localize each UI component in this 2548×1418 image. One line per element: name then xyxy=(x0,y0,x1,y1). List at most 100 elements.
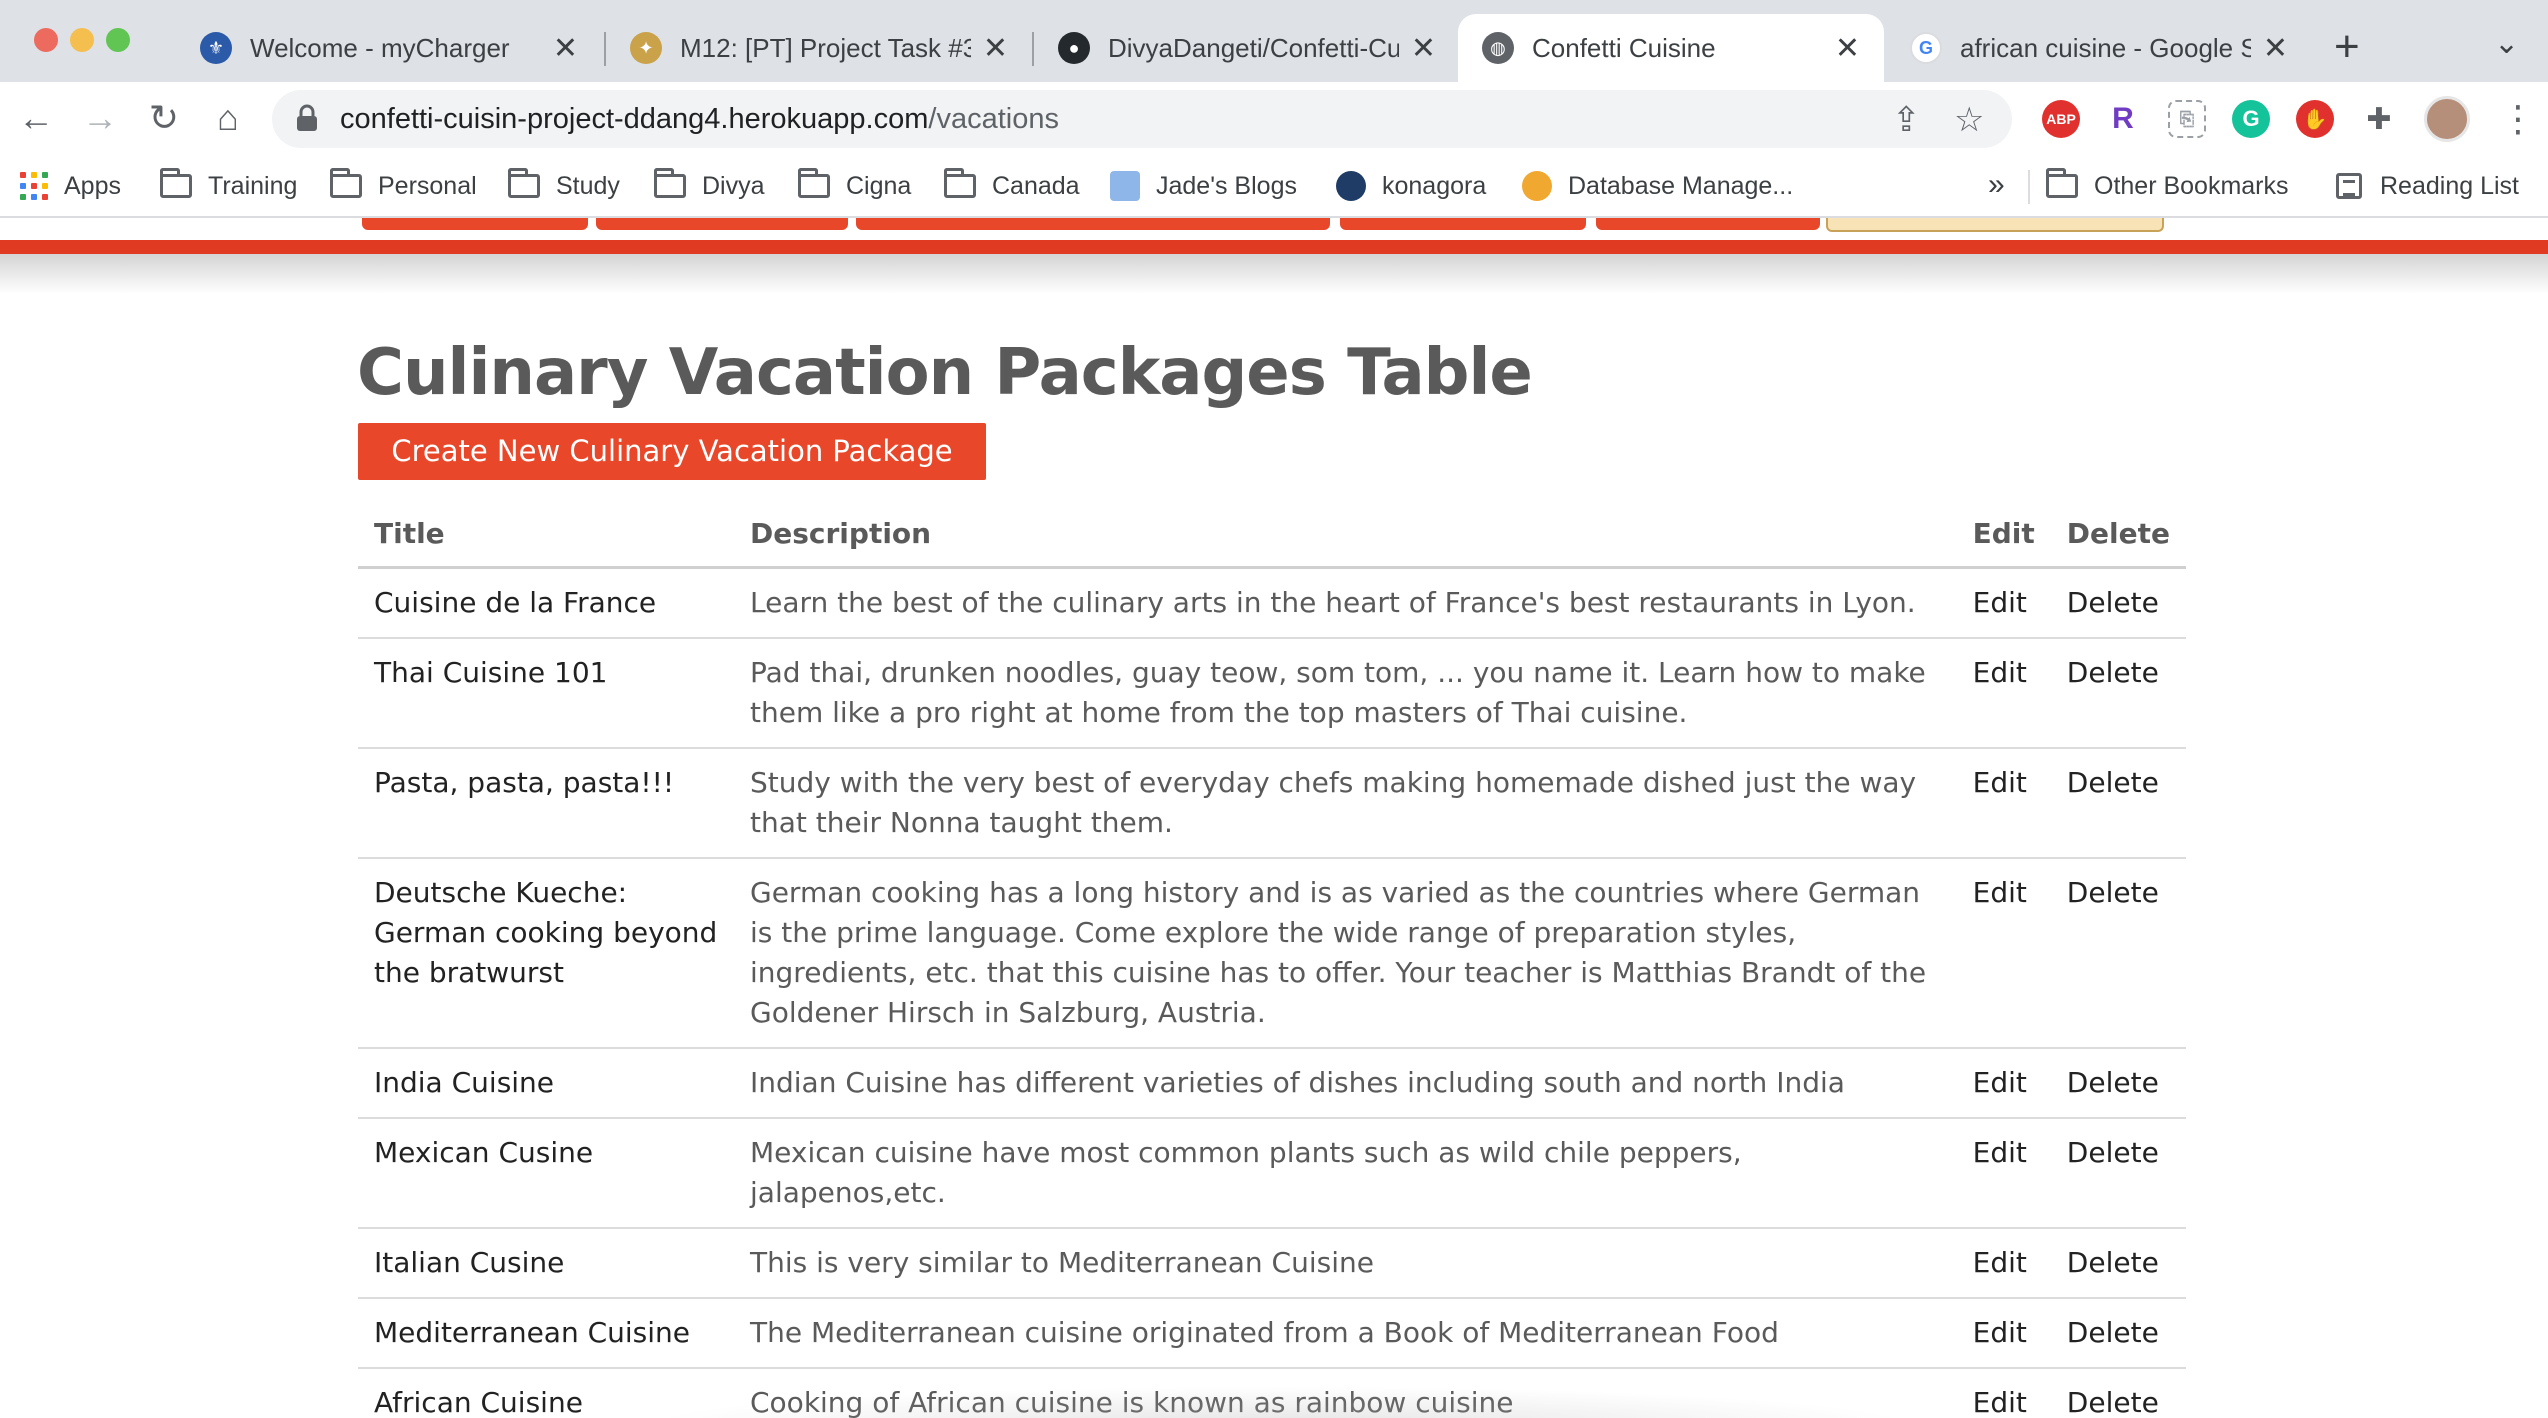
vacation-title: Pasta, pasta, pasta!!! xyxy=(358,748,734,859)
tab-google-search[interactable]: G african cuisine - Google S ✕ xyxy=(1886,14,2312,82)
bookmark-folder-training[interactable]: Training xyxy=(160,166,297,206)
bookmark-label: Personal xyxy=(378,171,477,200)
bookmarks-overflow-chevron-icon[interactable]: » xyxy=(1988,168,2005,202)
close-icon[interactable]: ✕ xyxy=(2263,31,2288,66)
delete-link[interactable]: Delete xyxy=(2050,638,2186,749)
folder-icon xyxy=(2046,168,2078,198)
tab-label: Welcome - myCharger xyxy=(250,32,510,63)
bookmark-folder-personal[interactable]: Personal xyxy=(330,166,477,206)
close-icon[interactable]: ✕ xyxy=(1411,31,1436,66)
bookmark-folder-divya[interactable]: Divya xyxy=(654,166,765,206)
bookmark-star-icon[interactable]: ☆ xyxy=(1954,100,1984,140)
edit-link[interactable]: Edit xyxy=(1956,567,2051,639)
bookmark-folder-study[interactable]: Study xyxy=(508,166,620,206)
vacation-title: Cuisine de la France xyxy=(358,567,734,639)
browser-menu-icon[interactable]: ⋮ xyxy=(2500,98,2536,140)
browser-tab-strip: ⚜ Welcome - myCharger ✕ ✦ M12: [PT] Proj… xyxy=(0,0,2548,82)
table-row: Thai Cuisine 101 Pad thai, drunken noodl… xyxy=(358,638,2186,749)
extensions-puzzle-icon[interactable]: ✚ xyxy=(2360,100,2398,138)
delete-link[interactable]: Delete xyxy=(2050,1118,2186,1229)
vacation-description: German cooking has a long history and is… xyxy=(734,858,1957,1049)
delete-link[interactable]: Delete xyxy=(2050,567,2186,639)
tab-search-chevron-icon[interactable]: ⌄ xyxy=(2494,26,2519,61)
tab-project-task[interactable]: ✦ M12: [PT] Project Task #3 ✕ xyxy=(606,14,1032,82)
share-icon[interactable]: ⇪ xyxy=(1892,100,1921,140)
tab-label: M12: [PT] Project Task #3 xyxy=(680,32,971,63)
adblock-extension-icon[interactable]: ABP xyxy=(2042,100,2080,138)
edit-link[interactable]: Edit xyxy=(1956,1298,2051,1369)
folder-icon xyxy=(654,168,686,198)
table-row: Deutsche Kueche: German cooking beyond t… xyxy=(358,858,2186,1049)
new-tab-button[interactable]: + xyxy=(2334,22,2360,72)
table-row: Mediterranean Cuisine The Mediterranean … xyxy=(358,1298,2186,1369)
delete-link[interactable]: Delete xyxy=(2050,1228,2186,1299)
profile-avatar[interactable] xyxy=(2424,96,2470,142)
delete-link[interactable]: Delete xyxy=(2050,1298,2186,1369)
vacation-description: Study with the very best of everyday che… xyxy=(734,748,1957,859)
bookmark-jades-blogs[interactable]: Jade's Blogs xyxy=(1110,166,1297,206)
window-minimize-button[interactable] xyxy=(70,28,94,52)
back-button[interactable]: ← xyxy=(12,94,60,142)
column-header-delete: Delete xyxy=(2050,490,2186,569)
bookmark-other-bookmarks[interactable]: Other Bookmarks xyxy=(2046,166,2289,206)
reading-list-label: Reading List xyxy=(2380,171,2519,200)
folder-icon xyxy=(798,168,830,198)
forward-button[interactable]: → xyxy=(76,94,124,142)
block-extension-icon[interactable]: ✋ xyxy=(2296,100,2334,138)
bookmark-database-manager[interactable]: Database Manage... xyxy=(1522,166,1793,206)
tab-label: Confetti Cuisine xyxy=(1532,32,1716,63)
vacation-title: Italian Cusine xyxy=(358,1228,734,1299)
clipper-extension-icon[interactable]: ⎘ xyxy=(2168,100,2206,138)
vacation-title: Mediterranean Cuisine xyxy=(358,1298,734,1369)
close-icon[interactable]: ✕ xyxy=(553,31,578,66)
bookmark-folder-canada[interactable]: Canada xyxy=(944,166,1080,206)
edit-link[interactable]: Edit xyxy=(1956,748,2051,859)
edit-link[interactable]: Edit xyxy=(1956,638,2051,749)
home-button[interactable]: ⌂ xyxy=(204,94,252,142)
reading-list-button[interactable]: Reading List xyxy=(2336,166,2519,206)
table-row: Cuisine de la France Learn the best of t… xyxy=(358,567,2186,639)
r-extension-icon[interactable]: R xyxy=(2104,100,2142,138)
delete-link[interactable]: Delete xyxy=(2050,1048,2186,1119)
site-nav-item[interactable] xyxy=(856,218,1330,230)
delete-link[interactable]: Delete xyxy=(2050,858,2186,1049)
close-icon[interactable]: ✕ xyxy=(983,31,1008,66)
browser-toolbar: ← → ↻ ⌂ confetti-cuisin-project-ddang4.h… xyxy=(0,82,2548,156)
globe-icon: ◍ xyxy=(1482,32,1514,64)
edit-link[interactable]: Edit xyxy=(1956,1228,2051,1299)
bookmarks-bar: Apps Training Personal Study Divya Cigna… xyxy=(0,156,2548,218)
bookmark-label: Canada xyxy=(992,171,1080,200)
edit-link[interactable]: Edit xyxy=(1956,1048,2051,1119)
bookmark-konagora[interactable]: konagora xyxy=(1336,166,1486,206)
tab-confetti-cuisine[interactable]: ◍ Confetti Cuisine ✕ xyxy=(1458,14,1884,82)
site-nav-item[interactable] xyxy=(1340,218,1586,230)
address-bar[interactable]: confetti-cuisin-project-ddang4.herokuapp… xyxy=(272,90,2012,148)
column-header-title: Title xyxy=(358,490,734,569)
tab-github-repo[interactable]: ● DivyaDangeti/Confetti-Cui ✕ xyxy=(1034,14,1460,82)
site-nav-item[interactable] xyxy=(596,218,848,230)
header-shadow xyxy=(0,254,2548,294)
bookmark-folder-cigna[interactable]: Cigna xyxy=(798,166,911,206)
delete-link[interactable]: Delete xyxy=(2050,1368,2186,1418)
window-zoom-button[interactable] xyxy=(106,28,130,52)
site-nav-item-active[interactable] xyxy=(1826,218,2164,232)
window-close-button[interactable] xyxy=(34,28,58,52)
course-icon: ✦ xyxy=(630,32,662,64)
delete-link[interactable]: Delete xyxy=(2050,748,2186,859)
vacation-description: The Mediterranean cuisine originated fro… xyxy=(734,1298,1957,1369)
create-vacation-package-button[interactable]: Create New Culinary Vacation Package xyxy=(358,423,986,480)
edit-link[interactable]: Edit xyxy=(1956,1368,2051,1418)
site-nav-item[interactable] xyxy=(362,218,588,230)
close-icon[interactable]: ✕ xyxy=(1835,31,1860,66)
edit-link[interactable]: Edit xyxy=(1956,1118,2051,1229)
bookmark-apps[interactable]: Apps xyxy=(20,166,121,206)
tab-welcome-mycharger[interactable]: ⚜ Welcome - myCharger ✕ xyxy=(176,14,602,82)
site-nav-item[interactable] xyxy=(1596,218,1820,230)
url-host: confetti-cuisin-project-ddang4.herokuapp… xyxy=(340,103,929,135)
bookmark-label: Cigna xyxy=(846,171,912,200)
reload-button[interactable]: ↻ xyxy=(140,94,188,142)
grammarly-extension-icon[interactable]: G xyxy=(2232,100,2270,138)
site-nav xyxy=(0,218,2548,294)
edit-link[interactable]: Edit xyxy=(1956,858,2051,1049)
bookmark-label: Other Bookmarks xyxy=(2094,171,2289,200)
